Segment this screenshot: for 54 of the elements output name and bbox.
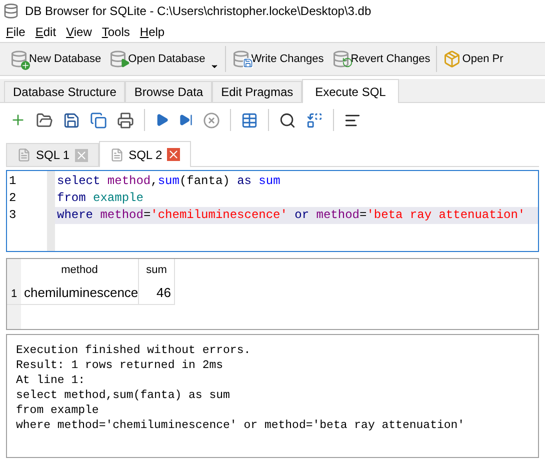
documents-icon[interactable] — [90, 112, 107, 128]
column-header[interactable]: method — [21, 259, 139, 281]
database-arrow-icon — [109, 50, 128, 68]
toolbar-button[interactable]: Open Pr — [441, 46, 506, 72]
editor-tab[interactable]: SQL 1 — [6, 143, 99, 166]
sql-editor[interactable]: 1 2 3 select method,sum(fanta) as sum from example where method='chemiluminescence' or method='beta ray attenuation' — [6, 170, 539, 252]
print-icon[interactable] — [117, 112, 134, 128]
menu-item[interactable]: Tools — [98, 23, 134, 41]
message-line: where method='chemiluminescence' or method='beta ray attenuation' — [16, 418, 466, 433]
toolbar-button[interactable]: Open Database — [107, 46, 222, 72]
tab[interactable]: Execute SQL — [302, 79, 399, 103]
table-cell[interactable]: 46 — [139, 281, 175, 304]
code-line: from example — [56, 190, 144, 207]
menu-item[interactable]: Help — [136, 23, 169, 41]
document-icon — [17, 148, 31, 162]
database-revert-icon — [332, 50, 350, 68]
tab[interactable]: Edit Pragmas — [212, 81, 302, 102]
stop-icon[interactable] — [203, 112, 220, 128]
table-icon[interactable] — [241, 112, 258, 128]
window-title: DB Browser for SQLite - C:\Users\christopher.locke\Desktop\3.db — [25, 3, 372, 20]
database-plus-icon — [10, 50, 28, 68]
tab[interactable]: Browse Data — [125, 81, 212, 102]
message-line: select method,sum(fanta) as sum — [16, 388, 231, 403]
play-icon[interactable] — [155, 113, 169, 127]
open-file-icon[interactable] — [36, 112, 53, 128]
tab[interactable]: Database Structure — [4, 81, 126, 102]
search-icon[interactable] — [279, 112, 296, 128]
close-icon[interactable] — [167, 148, 180, 161]
message-line: from example — [16, 403, 100, 418]
row-number[interactable]: 1 — [7, 281, 21, 304]
line-number: 2 — [8, 190, 18, 207]
skip-forward-icon[interactable] — [179, 113, 193, 127]
save-icon[interactable] — [63, 112, 80, 128]
database-save-icon — [232, 50, 250, 68]
column-header[interactable]: sum — [139, 259, 175, 281]
replace-icon[interactable] — [306, 112, 323, 128]
open-tab-icon[interactable] — [10, 112, 26, 128]
line-number: 1 — [8, 173, 18, 190]
menu-item[interactable]: File — [2, 23, 30, 41]
code-line: select method,sum(fanta) as sum — [56, 173, 282, 190]
message-line: Execution finished without errors. — [16, 343, 252, 358]
message-line: At line 1: — [16, 373, 86, 388]
editor-tab[interactable]: SQL 2 — [98, 141, 192, 167]
message-line: Result: 1 rows returned in 2ms — [16, 358, 224, 373]
menu-item[interactable]: Edit — [31, 23, 60, 41]
database-icon — [3, 3, 19, 19]
box-icon — [443, 50, 462, 68]
toolbar-button[interactable]: Revert Changes — [330, 46, 432, 72]
toolbar-button[interactable]: New Database — [8, 46, 104, 72]
line-number: 3 — [8, 207, 18, 224]
toolbar-button[interactable]: Write Changes — [230, 46, 326, 72]
table-cell[interactable]: chemiluminescence — [21, 281, 139, 304]
document-icon — [110, 148, 124, 162]
menu-item[interactable]: View — [62, 23, 96, 41]
